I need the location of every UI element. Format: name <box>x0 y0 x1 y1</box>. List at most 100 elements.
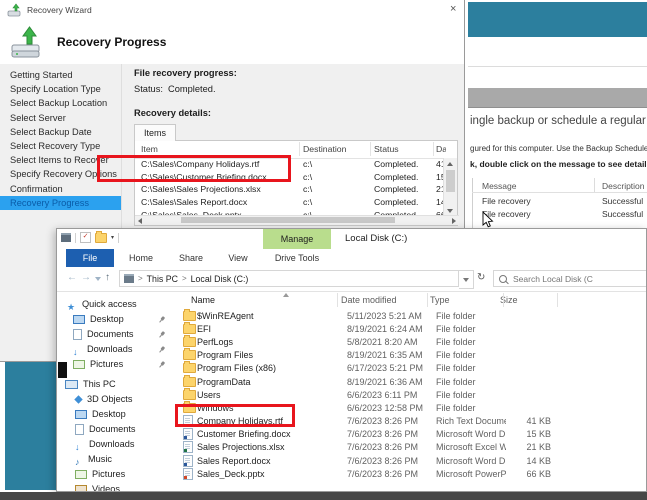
item-destination: c:\ <box>303 197 367 207</box>
column-header-name[interactable]: Name <box>177 295 341 305</box>
wizard-step[interactable]: Getting Started <box>0 68 121 82</box>
nav-item[interactable]: Videos <box>57 482 175 492</box>
address-dropdown[interactable] <box>459 270 474 289</box>
nav-item-label: Documents <box>87 327 133 342</box>
recent-locations-icon[interactable] <box>95 277 101 281</box>
scrollbar-thumb[interactable] <box>181 217 395 223</box>
recovery-drive-icon <box>10 24 46 60</box>
table-row[interactable]: C:\Sales\Sales Report.docx c:\ Completed… <box>135 196 445 209</box>
file-row[interactable]: Program Files 8/19/2021 6:35 AM File fol… <box>177 349 647 362</box>
nav-item[interactable]: Desktop <box>57 312 175 327</box>
new-folder-icon[interactable] <box>95 233 107 243</box>
file-row[interactable]: Sales_Deck.pptx 7/6/2023 8:26 PM Microso… <box>177 467 647 480</box>
table-row[interactable]: C:\Sales\Sales Projections.xlsx c:\ Comp… <box>135 183 445 196</box>
forward-arrow-icon[interactable]: → <box>81 272 91 283</box>
breadcrumb-current[interactable]: Local Disk (C:) <box>191 274 249 284</box>
breadcrumb-separator: > <box>182 274 187 283</box>
scroll-left-icon[interactable] <box>138 218 142 224</box>
file-row[interactable]: Program Files (x86) 6/17/2023 5:21 PM Fi… <box>177 362 647 375</box>
quick-access-toolbar: ✓ ▾ <box>61 232 119 243</box>
breadcrumb[interactable]: > This PC > Local Disk (C:) <box>119 270 459 287</box>
chevron-down-icon[interactable]: ▾ <box>111 234 114 241</box>
file-date-modified: 7/6/2023 8:26 PM <box>347 456 436 466</box>
column-header-size[interactable]: Size <box>500 295 545 305</box>
file-icon <box>183 363 196 373</box>
recovery-wizard-icon <box>7 3 22 18</box>
vertical-scrollbar[interactable] <box>443 158 457 217</box>
scrollbar-thumb[interactable] <box>446 170 455 192</box>
tab-file[interactable]: File <box>66 249 114 267</box>
nav-item-label: Documents <box>89 422 135 437</box>
nav-item[interactable]: Pictures <box>57 357 175 372</box>
console-message-row[interactable]: File recovery Successful <box>468 194 647 207</box>
file-row[interactable]: EFI 8/19/2021 6:24 AM File folder <box>177 322 647 335</box>
nav-item[interactable]: This PC <box>57 377 175 392</box>
up-arrow-icon[interactable]: ↑ <box>105 272 110 283</box>
nav-item[interactable]: Pictures <box>57 467 175 482</box>
console-message-row[interactable]: File recovery Successful <box>468 207 647 220</box>
search-box[interactable] <box>493 270 647 287</box>
manage-contextual-tab[interactable]: Manage <box>263 229 331 249</box>
window-title: Local Disk (C:) <box>345 233 407 244</box>
file-row[interactable]: PerfLogs 5/8/2021 8:20 AM File folder <box>177 335 647 348</box>
refresh-icon[interactable]: ↻ <box>477 272 485 283</box>
file-type: File folder <box>436 324 506 334</box>
wizard-step-label: Recovery Progress <box>10 198 89 208</box>
properties-check-icon[interactable]: ✓ <box>80 232 91 243</box>
wizard-step[interactable]: Select Recovery Type <box>0 139 121 153</box>
wizard-step[interactable]: Specify Location Type <box>0 82 121 96</box>
breadcrumb-this-pc[interactable]: This PC <box>147 274 178 284</box>
file-row[interactable]: Sales Projections.xlsx 7/6/2023 8:26 PM … <box>177 441 647 454</box>
nav-item-label: Desktop <box>90 312 124 327</box>
wizard-step[interactable]: Recovery Progress <box>0 196 121 210</box>
scroll-up-icon[interactable] <box>447 162 453 166</box>
column-header-description[interactable]: Description <box>602 181 645 191</box>
nav-item[interactable]: Music <box>57 452 175 467</box>
window-title: Recovery Wizard <box>27 5 92 15</box>
close-icon[interactable]: × <box>450 3 456 15</box>
tab-drive-tools[interactable]: Drive Tools <box>263 249 331 267</box>
nav-item[interactable]: Quick access <box>57 297 175 312</box>
nav-item[interactable]: Desktop <box>57 407 175 422</box>
nav-item-label: Quick access <box>82 297 137 312</box>
column-header-status[interactable]: Status <box>374 144 399 154</box>
horizontal-scrollbar[interactable] <box>135 215 459 225</box>
scroll-right-icon[interactable] <box>452 218 456 224</box>
wizard-step[interactable]: Select Server <box>0 111 121 125</box>
file-row[interactable]: $WinREAgent 5/11/2023 5:21 AM File folde… <box>177 309 647 322</box>
file-icon <box>183 350 196 360</box>
wizard-step[interactable]: Select Backup Location <box>0 96 121 110</box>
file-icon <box>183 324 196 334</box>
item-status: Completed. <box>374 197 432 207</box>
column-header-message[interactable]: Message <box>482 181 517 191</box>
wizard-step[interactable]: Confirmation <box>0 182 121 196</box>
nav-item-icon <box>75 485 87 492</box>
nav-item[interactable]: Downloads <box>57 437 175 452</box>
column-header-item[interactable]: Item <box>141 144 158 154</box>
wizard-step[interactable]: Select Backup Date <box>0 125 121 139</box>
column-header-type[interactable]: Type <box>430 295 500 305</box>
tab-view[interactable]: View <box>219 249 257 267</box>
tab-share[interactable]: Share <box>169 249 213 267</box>
tab-home[interactable]: Home <box>121 249 161 267</box>
search-input[interactable] <box>511 273 635 285</box>
back-arrow-icon[interactable]: ← <box>67 272 77 283</box>
file-name: Sales_Deck.pptx <box>197 469 347 479</box>
nav-item[interactable]: Downloads <box>57 342 175 357</box>
nav-item[interactable]: Documents <box>57 422 175 437</box>
scroll-down-icon[interactable] <box>447 209 453 213</box>
background-window-fragment <box>5 362 62 490</box>
file-row[interactable]: ProgramData 8/19/2021 6:36 AM File folde… <box>177 375 647 388</box>
nav-item[interactable]: 3D Objects <box>57 392 175 407</box>
file-row[interactable]: Sales Report.docx 7/6/2023 8:26 PM Micro… <box>177 454 647 467</box>
chevron-down-icon <box>463 278 469 282</box>
file-row[interactable]: Users 6/6/2023 6:11 PM File folder <box>177 388 647 401</box>
item-path: C:\Sales\Sales Report.docx <box>141 197 299 207</box>
file-row[interactable]: Customer Briefing.docx 7/6/2023 8:26 PM … <box>177 428 647 441</box>
nav-item[interactable]: Documents <box>57 327 175 342</box>
wizard-step-label: Getting Started <box>10 70 73 80</box>
column-header-data[interactable]: Da <box>436 144 446 154</box>
column-header-destination[interactable]: Destination <box>303 144 346 154</box>
tab-items[interactable]: Items <box>134 124 176 141</box>
column-header-date-modified[interactable]: Date modified <box>341 295 430 305</box>
